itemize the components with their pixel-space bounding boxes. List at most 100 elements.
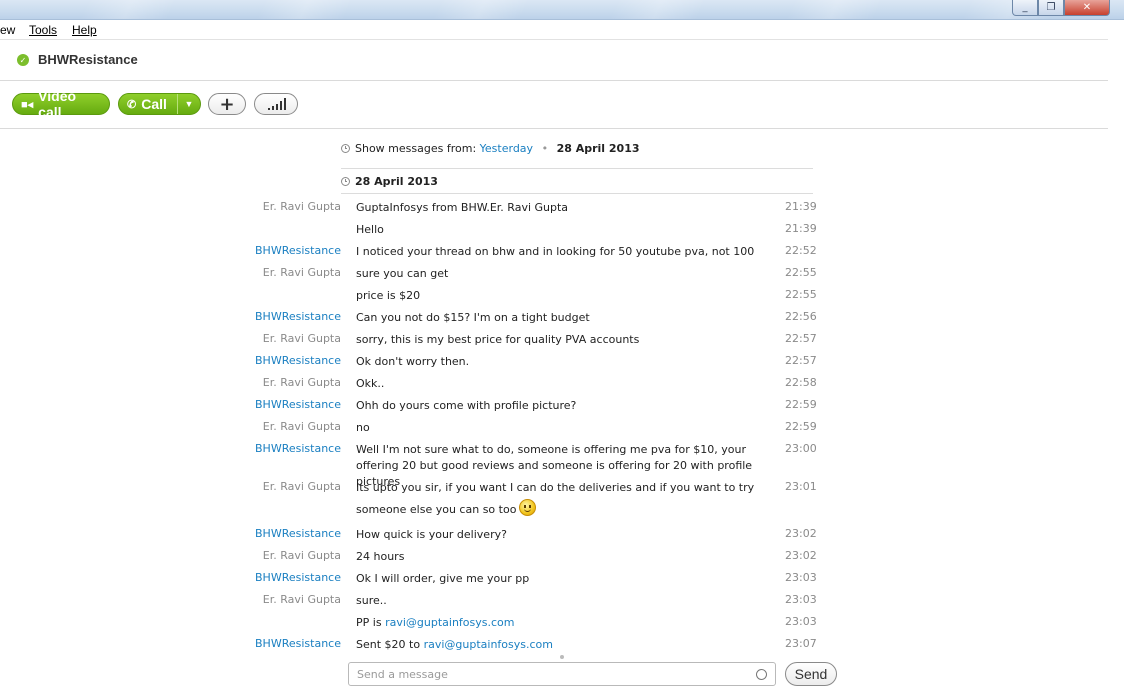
message-text: Can you not do $15? I'm on a tight budge…	[356, 311, 590, 324]
message-time: 21:39	[785, 222, 817, 235]
message-sender[interactable]: BHWResistance	[255, 442, 341, 455]
message-text: sorry, this is my best price for quality…	[356, 333, 640, 346]
menu-tools[interactable]: Tools	[29, 23, 57, 37]
message-time: 23:07	[785, 637, 817, 650]
separator-dot: •	[541, 142, 549, 155]
history-filter: Show messages from: Yesterday • 28 April…	[341, 142, 640, 155]
menu-bar: ew Tools Help	[0, 20, 1108, 40]
message-text: Ok I will order, give me your pp	[356, 572, 530, 585]
message-sender[interactable]: BHWResistance	[255, 527, 341, 540]
online-status-icon: ✓	[17, 54, 29, 66]
video-call-button[interactable]: ■◂ Video call	[12, 88, 110, 120]
conversation-header: ✓ BHWResistance	[0, 40, 1108, 81]
divider	[341, 168, 813, 169]
close-button[interactable]: ✕	[1064, 0, 1110, 16]
close-icon: ✕	[1082, 2, 1092, 13]
message-time: 23:00	[785, 442, 817, 455]
message-sender[interactable]: BHWResistance	[255, 354, 341, 367]
message-text: PP is ravi@guptainfosys.com	[356, 615, 766, 631]
window-controls: _ ❐ ✕	[1012, 0, 1110, 16]
video-call-label: Video call	[38, 88, 77, 120]
clock-icon	[341, 177, 350, 186]
restore-button[interactable]: ❐	[1038, 0, 1064, 16]
phone-icon: ✆	[127, 98, 137, 111]
call-dropdown-button[interactable]: ▼	[177, 94, 200, 114]
message-sender[interactable]: BHWResistance	[255, 244, 341, 257]
message-text: GuptaInfosys from BHW.Er. Ravi Gupta	[356, 201, 569, 214]
message-sender[interactable]: Er. Ravi Gupta	[263, 549, 341, 562]
emoticon-picker-icon[interactable]	[756, 669, 767, 680]
message-time: 22:57	[785, 354, 817, 367]
message-time: 22:59	[785, 420, 817, 433]
plus-icon: +	[219, 93, 235, 115]
send-label: Send	[794, 666, 828, 682]
message-time: 22:59	[785, 398, 817, 411]
message-time: 22:55	[785, 288, 817, 301]
message-text: no	[356, 421, 370, 434]
message-sender[interactable]: Er. Ravi Gupta	[263, 593, 341, 606]
message-text: I noticed your thread on bhw and in look…	[356, 245, 755, 258]
message-time: 22:56	[785, 310, 817, 323]
message-sender[interactable]: BHWResistance	[255, 637, 341, 650]
message-sender[interactable]: Er. Ravi Gupta	[263, 332, 341, 345]
message-text: sure..	[356, 594, 387, 607]
resize-grip[interactable]	[560, 655, 564, 659]
message-sender[interactable]: Er. Ravi Gupta	[263, 266, 341, 279]
message-time: 23:03	[785, 571, 817, 584]
menu-tools-label: Tools	[29, 23, 58, 37]
minimize-icon: _	[1022, 2, 1028, 13]
show-from-label: Show messages from:	[355, 142, 477, 155]
call-button[interactable]: ✆ Call ▼	[118, 93, 201, 115]
message-time: 22:57	[785, 332, 817, 345]
message-text: Sent $20 to ravi@guptainfosys.com	[356, 637, 766, 653]
message-sender[interactable]: BHWResistance	[255, 310, 341, 323]
message-input[interactable]: Send a message	[348, 662, 776, 686]
message-sender[interactable]: BHWResistance	[255, 398, 341, 411]
message-text-content: Its upto you sir, if you want I can do t…	[356, 481, 755, 516]
divider	[341, 193, 813, 194]
restore-icon: ❐	[1046, 2, 1056, 13]
message-sender[interactable]: Er. Ravi Gupta	[263, 480, 341, 493]
message-time: 23:03	[785, 615, 817, 628]
minimize-button[interactable]: _	[1012, 0, 1038, 16]
message-text: Its upto you sir, if you want I can do t…	[356, 477, 761, 521]
call-label: Call	[141, 96, 167, 112]
message-time: 22:55	[785, 266, 817, 279]
message-text-prefix: Sent $20 to	[356, 638, 421, 651]
menu-view[interactable]: ew	[0, 23, 15, 37]
add-people-button[interactable]: +	[208, 93, 246, 115]
menu-help-label: Help	[72, 23, 97, 37]
message-sender[interactable]: BHWResistance	[255, 571, 341, 584]
contact-name[interactable]: BHWResistance	[38, 52, 138, 67]
message-text: Ok don't worry then.	[356, 355, 470, 368]
message-text: How quick is your delivery?	[356, 528, 507, 541]
email-link[interactable]: ravi@guptainfosys.com	[424, 638, 553, 651]
smile-emoticon-icon	[519, 499, 537, 516]
message-text: 24 hours	[356, 550, 405, 563]
menu-help[interactable]: Help	[72, 23, 97, 37]
send-button[interactable]: Send	[785, 662, 837, 686]
message-time: 22:52	[785, 244, 817, 257]
chevron-down-icon: ▼	[184, 99, 194, 109]
signal-bars-icon	[268, 98, 286, 110]
call-toolbar: ■◂ Video call ✆ Call ▼ +	[0, 80, 1108, 129]
date-header-label: 28 April 2013	[355, 175, 438, 188]
message-text: price is $20	[356, 289, 421, 302]
video-camera-icon: ■◂	[21, 98, 34, 111]
message-time: 22:58	[785, 376, 817, 389]
message-sender[interactable]: Er. Ravi Gupta	[263, 420, 341, 433]
message-text: Ohh do yours come with profile picture?	[356, 399, 577, 412]
message-time: 23:01	[785, 480, 817, 493]
date-header: 28 April 2013	[341, 175, 438, 188]
message-text-prefix: PP is	[356, 616, 382, 629]
history-date-link[interactable]: 28 April 2013	[557, 142, 640, 155]
message-text: Okk..	[356, 377, 385, 390]
message-sender[interactable]: Er. Ravi Gupta	[263, 376, 341, 389]
message-input-placeholder: Send a message	[357, 668, 448, 681]
call-quality-button[interactable]	[254, 93, 298, 115]
yesterday-link[interactable]: Yesterday	[480, 142, 533, 155]
email-link[interactable]: ravi@guptainfosys.com	[385, 616, 514, 629]
message-text: sure you can get	[356, 267, 449, 280]
message-time: 23:03	[785, 593, 817, 606]
message-sender[interactable]: Er. Ravi Gupta	[263, 200, 341, 213]
